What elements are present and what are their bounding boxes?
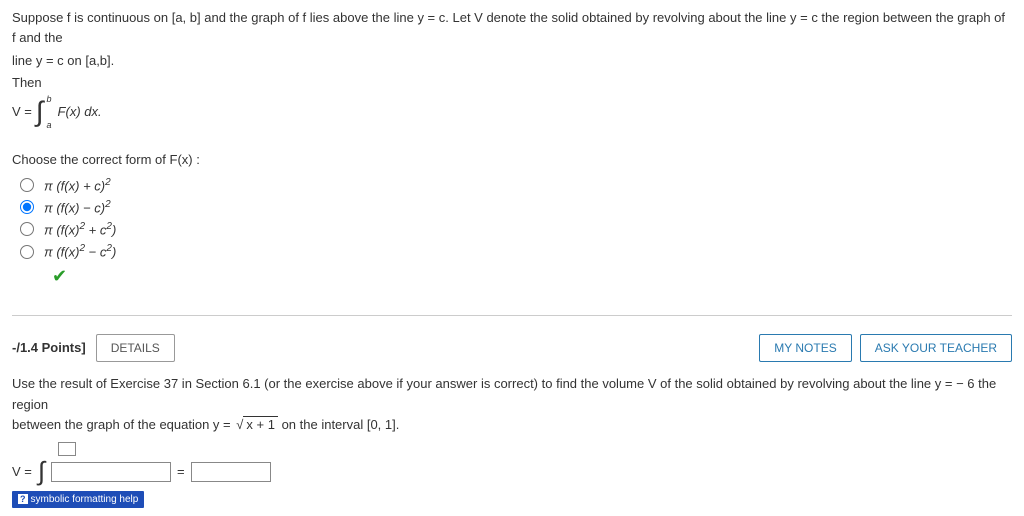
option-4[interactable]: π (f(x)2 − c2)	[20, 243, 1012, 259]
my-notes-button[interactable]: MY NOTES	[759, 334, 851, 362]
q2-text: Use the result of Exercise 37 in Section…	[12, 374, 1012, 436]
option-1-label: π (f(x) + c)2	[44, 177, 111, 193]
equals-sign: =	[177, 464, 185, 479]
choose-prompt: Choose the correct form of F(x) :	[12, 152, 1012, 167]
option-3[interactable]: π (f(x)2 + c2)	[20, 221, 1012, 237]
q2-header: -/1.4 Points] DETAILS MY NOTES ASK YOUR …	[12, 334, 1012, 362]
help-label: symbolic formatting help	[31, 494, 139, 505]
integral-expression: V = ∫ b a F(x) dx.	[12, 96, 1012, 128]
integrand-input[interactable]	[51, 462, 171, 482]
option-2[interactable]: π (f(x) − c)2	[20, 199, 1012, 215]
upper-limit-box[interactable]	[58, 442, 76, 456]
symbolic-help-button[interactable]: ?symbolic formatting help	[12, 491, 144, 508]
divider	[12, 315, 1012, 316]
integral-input-group: ∫	[38, 456, 45, 487]
v-equals: V =	[12, 104, 32, 119]
integral-lower: a	[47, 120, 52, 130]
sqrt-expr: x + 1	[234, 417, 278, 432]
answer-line: V = ∫ =	[12, 456, 1012, 487]
checkmark-icon: ✔	[52, 266, 1012, 287]
ask-teacher-button[interactable]: ASK YOUR TEACHER	[860, 334, 1012, 362]
integral-symbol-2: ∫	[38, 456, 45, 487]
result-input[interactable]	[191, 462, 271, 482]
options-group: π (f(x) + c)2 π (f(x) − c)2 π (f(x)2 + c…	[20, 177, 1012, 260]
radio-2[interactable]	[20, 200, 34, 214]
header-right: MY NOTES ASK YOUR TEACHER	[759, 334, 1012, 362]
q2-text2a: between the graph of the equation y =	[12, 417, 234, 432]
integrand: F(x) dx.	[58, 104, 102, 119]
q1-line2: line y = c on [a,b].	[12, 51, 1012, 71]
option-4-label: π (f(x)2 − c2)	[44, 243, 116, 259]
radio-1[interactable]	[20, 178, 34, 192]
option-1[interactable]: π (f(x) + c)2	[20, 177, 1012, 193]
q1-intro2: line y = c on [a,b].	[12, 53, 114, 68]
q2-text2b: on the interval [0, 1].	[278, 417, 399, 432]
details-button[interactable]: DETAILS	[96, 334, 175, 362]
q1-line1: Suppose f is continuous on [a, b] and th…	[12, 8, 1012, 47]
q1-then: Then	[12, 75, 1012, 90]
v-equals-2: V =	[12, 464, 32, 479]
header-left: -/1.4 Points] DETAILS	[12, 334, 175, 362]
option-3-label: π (f(x)2 + c2)	[44, 221, 116, 237]
radio-3[interactable]	[20, 222, 34, 236]
points-label: -/1.4 Points]	[12, 340, 86, 355]
q1-intro1: Suppose f is continuous on [a, b] and th…	[12, 10, 1005, 45]
integral-symbol: ∫ b a	[36, 96, 44, 128]
sqrt-inner: x + 1	[243, 416, 278, 432]
help-icon: ?	[18, 494, 28, 504]
option-2-label: π (f(x) − c)2	[44, 199, 111, 215]
q2-text1: Use the result of Exercise 37 in Section…	[12, 376, 996, 412]
integral-upper: b	[47, 94, 52, 104]
radio-4[interactable]	[20, 245, 34, 259]
